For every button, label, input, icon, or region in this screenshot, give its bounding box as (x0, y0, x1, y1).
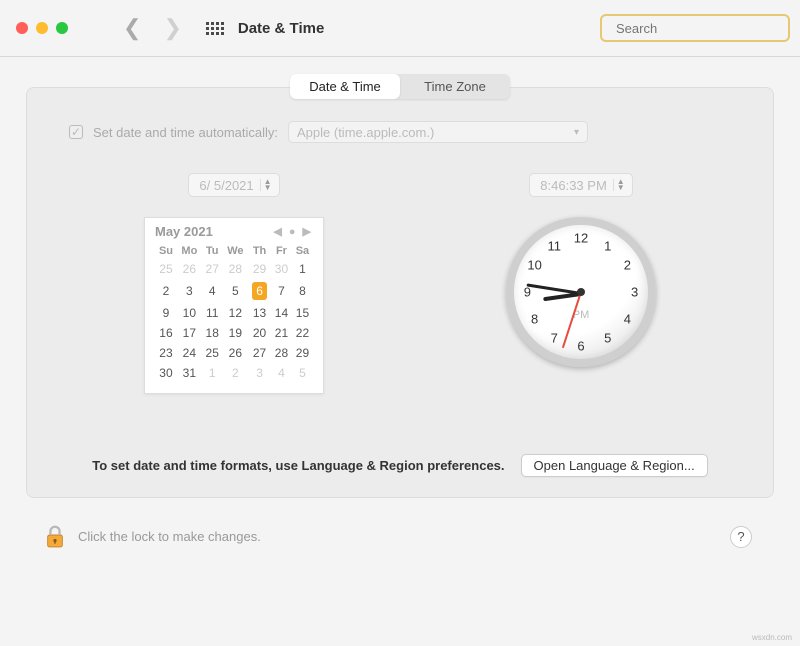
time-value: 8:46:33 PM (540, 178, 607, 193)
tab-time-zone[interactable]: Time Zone (400, 74, 510, 99)
date-field[interactable]: 6/ 5/2021 ▲▼ (188, 173, 279, 197)
window-zoom-button[interactable] (56, 22, 68, 34)
show-all-preferences-button[interactable] (206, 22, 224, 35)
calendar-day[interactable]: 5 (292, 363, 313, 383)
calendar-day[interactable]: 5 (223, 279, 248, 303)
chevron-down-icon: ▾ (574, 127, 579, 138)
clock-number: 4 (624, 311, 631, 326)
calendar-dow: We (223, 243, 248, 259)
calendar-dow: Tu (202, 243, 223, 259)
forward-button[interactable]: ❯ (163, 15, 181, 41)
calendar-dow: Sa (292, 243, 313, 259)
calendar-day[interactable]: 14 (271, 303, 292, 323)
calendar-nav[interactable]: ◀ ● ▶ (273, 225, 313, 238)
calendar-day[interactable]: 23 (155, 343, 177, 363)
clock-number: 1 (604, 238, 611, 253)
window-title: Date & Time (238, 20, 324, 37)
search-field[interactable] (600, 14, 790, 42)
calendar-dow: Th (248, 243, 271, 259)
calendar: May 2021 ◀ ● ▶ SuMoTuWeThFrSa25262728293… (144, 217, 324, 394)
calendar-day[interactable]: 12 (223, 303, 248, 323)
window-close-button[interactable] (16, 22, 28, 34)
calendar-day[interactable]: 4 (271, 363, 292, 383)
date-stepper[interactable]: ▲▼ (260, 179, 275, 191)
calendar-title: May 2021 (155, 224, 213, 239)
calendar-day[interactable]: 25 (202, 343, 223, 363)
calendar-day[interactable]: 10 (177, 303, 202, 323)
lock-label: Click the lock to make changes. (78, 529, 261, 544)
calendar-day[interactable]: 2 (155, 279, 177, 303)
calendar-day[interactable]: 20 (248, 323, 271, 343)
calendar-day[interactable]: 31 (177, 363, 202, 383)
calendar-day[interactable]: 9 (155, 303, 177, 323)
tab-bar: Date & Time Time Zone (290, 74, 510, 99)
calendar-dow: Mo (177, 243, 202, 259)
calendar-day[interactable]: 16 (155, 323, 177, 343)
clock-number: 6 (577, 338, 584, 353)
footer-hint: To set date and time formats, use Langua… (92, 458, 504, 473)
clock-number: 9 (524, 285, 531, 300)
clock-number: 3 (631, 285, 638, 300)
calendar-day[interactable]: 1 (292, 259, 313, 279)
calendar-dow: Fr (271, 243, 292, 259)
calendar-day[interactable]: 28 (223, 259, 248, 279)
calendar-day[interactable]: 30 (271, 259, 292, 279)
calendar-day[interactable]: 3 (177, 279, 202, 303)
clock-number: 8 (531, 311, 538, 326)
help-button[interactable]: ? (730, 526, 752, 548)
date-value: 6/ 5/2021 (199, 178, 253, 193)
open-language-region-button[interactable]: Open Language & Region... (521, 454, 708, 477)
calendar-day[interactable]: 28 (271, 343, 292, 363)
calendar-day[interactable]: 21 (271, 323, 292, 343)
back-button[interactable]: ❮ (123, 15, 141, 41)
time-stepper[interactable]: ▲▼ (613, 179, 628, 191)
calendar-day[interactable]: 18 (202, 323, 223, 343)
calendar-day[interactable]: 3 (248, 363, 271, 383)
calendar-day[interactable]: 24 (177, 343, 202, 363)
watermark: wsxdn.com (752, 633, 792, 642)
lock-icon[interactable] (44, 524, 66, 550)
calendar-day[interactable]: 27 (202, 259, 223, 279)
search-input[interactable] (616, 21, 792, 36)
calendar-day[interactable]: 29 (292, 343, 313, 363)
calendar-day[interactable]: 7 (271, 279, 292, 303)
calendar-day[interactable]: 6 (248, 279, 271, 303)
calendar-day[interactable]: 30 (155, 363, 177, 383)
minute-hand (526, 283, 581, 295)
time-field[interactable]: 8:46:33 PM ▲▼ (529, 173, 632, 197)
calendar-day[interactable]: 19 (223, 323, 248, 343)
calendar-day[interactable]: 27 (248, 343, 271, 363)
calendar-day[interactable]: 8 (292, 279, 313, 303)
calendar-day[interactable]: 4 (202, 279, 223, 303)
clock-number: 2 (624, 258, 631, 273)
clock-number: 12 (574, 231, 588, 246)
analog-clock: PM 121234567891011 (506, 217, 656, 367)
clock-number: 11 (547, 238, 561, 253)
set-automatically-checkbox[interactable]: ✓ (69, 125, 83, 139)
clock-center (577, 288, 585, 296)
tab-date-and-time[interactable]: Date & Time (290, 74, 400, 99)
calendar-day[interactable]: 1 (202, 363, 223, 383)
calendar-day[interactable]: 22 (292, 323, 313, 343)
time-server-value: Apple (time.apple.com.) (297, 125, 434, 140)
calendar-day[interactable]: 15 (292, 303, 313, 323)
calendar-day[interactable]: 26 (177, 259, 202, 279)
clock-number: 7 (551, 331, 558, 346)
calendar-day[interactable]: 13 (248, 303, 271, 323)
clock-number: 10 (527, 258, 541, 273)
clock-number: 5 (604, 331, 611, 346)
calendar-day[interactable]: 17 (177, 323, 202, 343)
window-minimize-button[interactable] (36, 22, 48, 34)
set-automatically-label: Set date and time automatically: (93, 125, 278, 140)
calendar-day[interactable]: 25 (155, 259, 177, 279)
calendar-day[interactable]: 26 (223, 343, 248, 363)
calendar-day[interactable]: 11 (202, 303, 223, 323)
time-server-select[interactable]: Apple (time.apple.com.) ▾ (288, 121, 588, 143)
calendar-day[interactable]: 2 (223, 363, 248, 383)
calendar-day[interactable]: 29 (248, 259, 271, 279)
calendar-dow: Su (155, 243, 177, 259)
